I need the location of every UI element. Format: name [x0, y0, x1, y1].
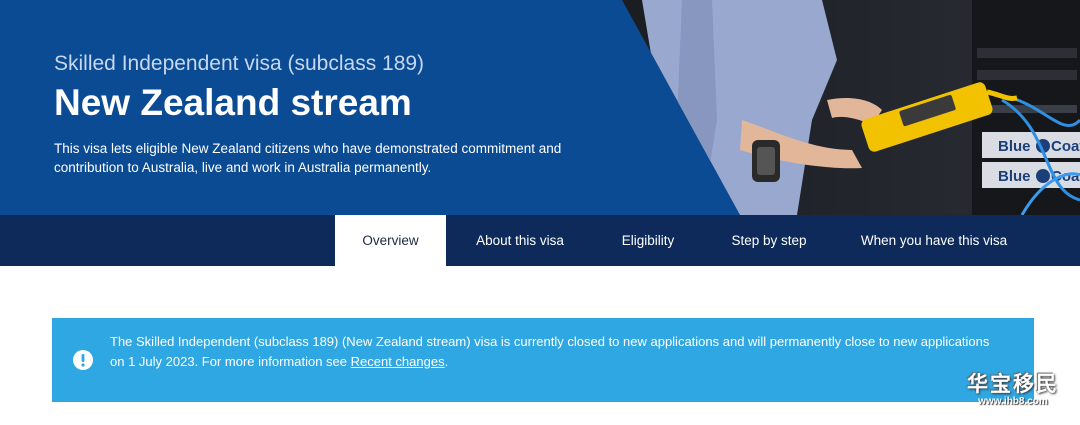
recent-changes-link[interactable]: Recent changes	[351, 354, 445, 369]
visa-tabs: Overview About this visa Eligibility Ste…	[0, 215, 1080, 266]
tab-about-this-visa[interactable]: About this visa	[462, 215, 578, 266]
tab-step-by-step[interactable]: Step by step	[718, 215, 820, 266]
watermark-main: 华宝移民	[967, 371, 1059, 396]
page-title: New Zealand stream	[54, 82, 412, 123]
visa-subclass-heading: Skilled Independent visa (subclass 189)	[54, 52, 425, 75]
closure-alert: The Skilled Independent (subclass 189) (…	[52, 318, 1034, 402]
tab-eligibility[interactable]: Eligibility	[604, 215, 692, 266]
alert-text: The Skilled Independent (subclass 189) (…	[110, 334, 990, 369]
hero-banner: Blue Coat Blue Coat Skille	[0, 0, 1080, 215]
tab-when-you-have-this-visa[interactable]: When you have this visa	[846, 215, 1022, 266]
svg-text:Blue: Blue	[998, 168, 1031, 185]
alert-suffix: .	[444, 353, 449, 369]
svg-text:Coat: Coat	[1051, 138, 1080, 155]
exclamation-circle-icon	[73, 350, 93, 370]
svg-text:Blue: Blue	[998, 138, 1031, 155]
page-description: This visa lets eligible New Zealand citi…	[54, 141, 562, 175]
alert-message: The Skilled Independent (subclass 189) (…	[110, 332, 990, 371]
hero-photo: Blue Coat Blue Coat	[622, 0, 1080, 215]
tab-overview[interactable]: Overview	[335, 215, 446, 266]
watermark-logo: 华宝移民 www.ihb8.com	[958, 368, 1068, 407]
